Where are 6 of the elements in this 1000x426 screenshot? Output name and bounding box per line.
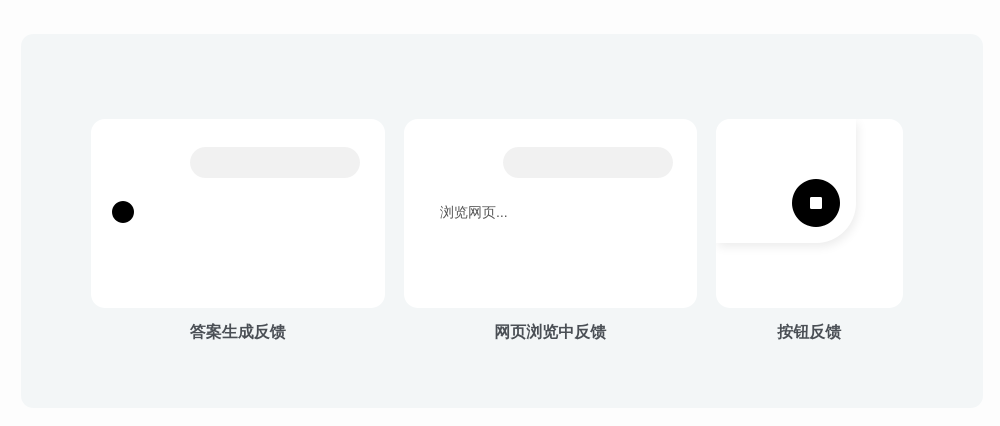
card-caption: 按钮反馈: [778, 322, 842, 343]
status-text: 浏览网页...: [440, 203, 509, 222]
stop-icon: [810, 197, 822, 209]
card-caption: 网页浏览中反馈: [494, 322, 606, 343]
stop-button[interactable]: [792, 179, 840, 227]
card-caption: 答案生成反馈: [190, 322, 286, 343]
